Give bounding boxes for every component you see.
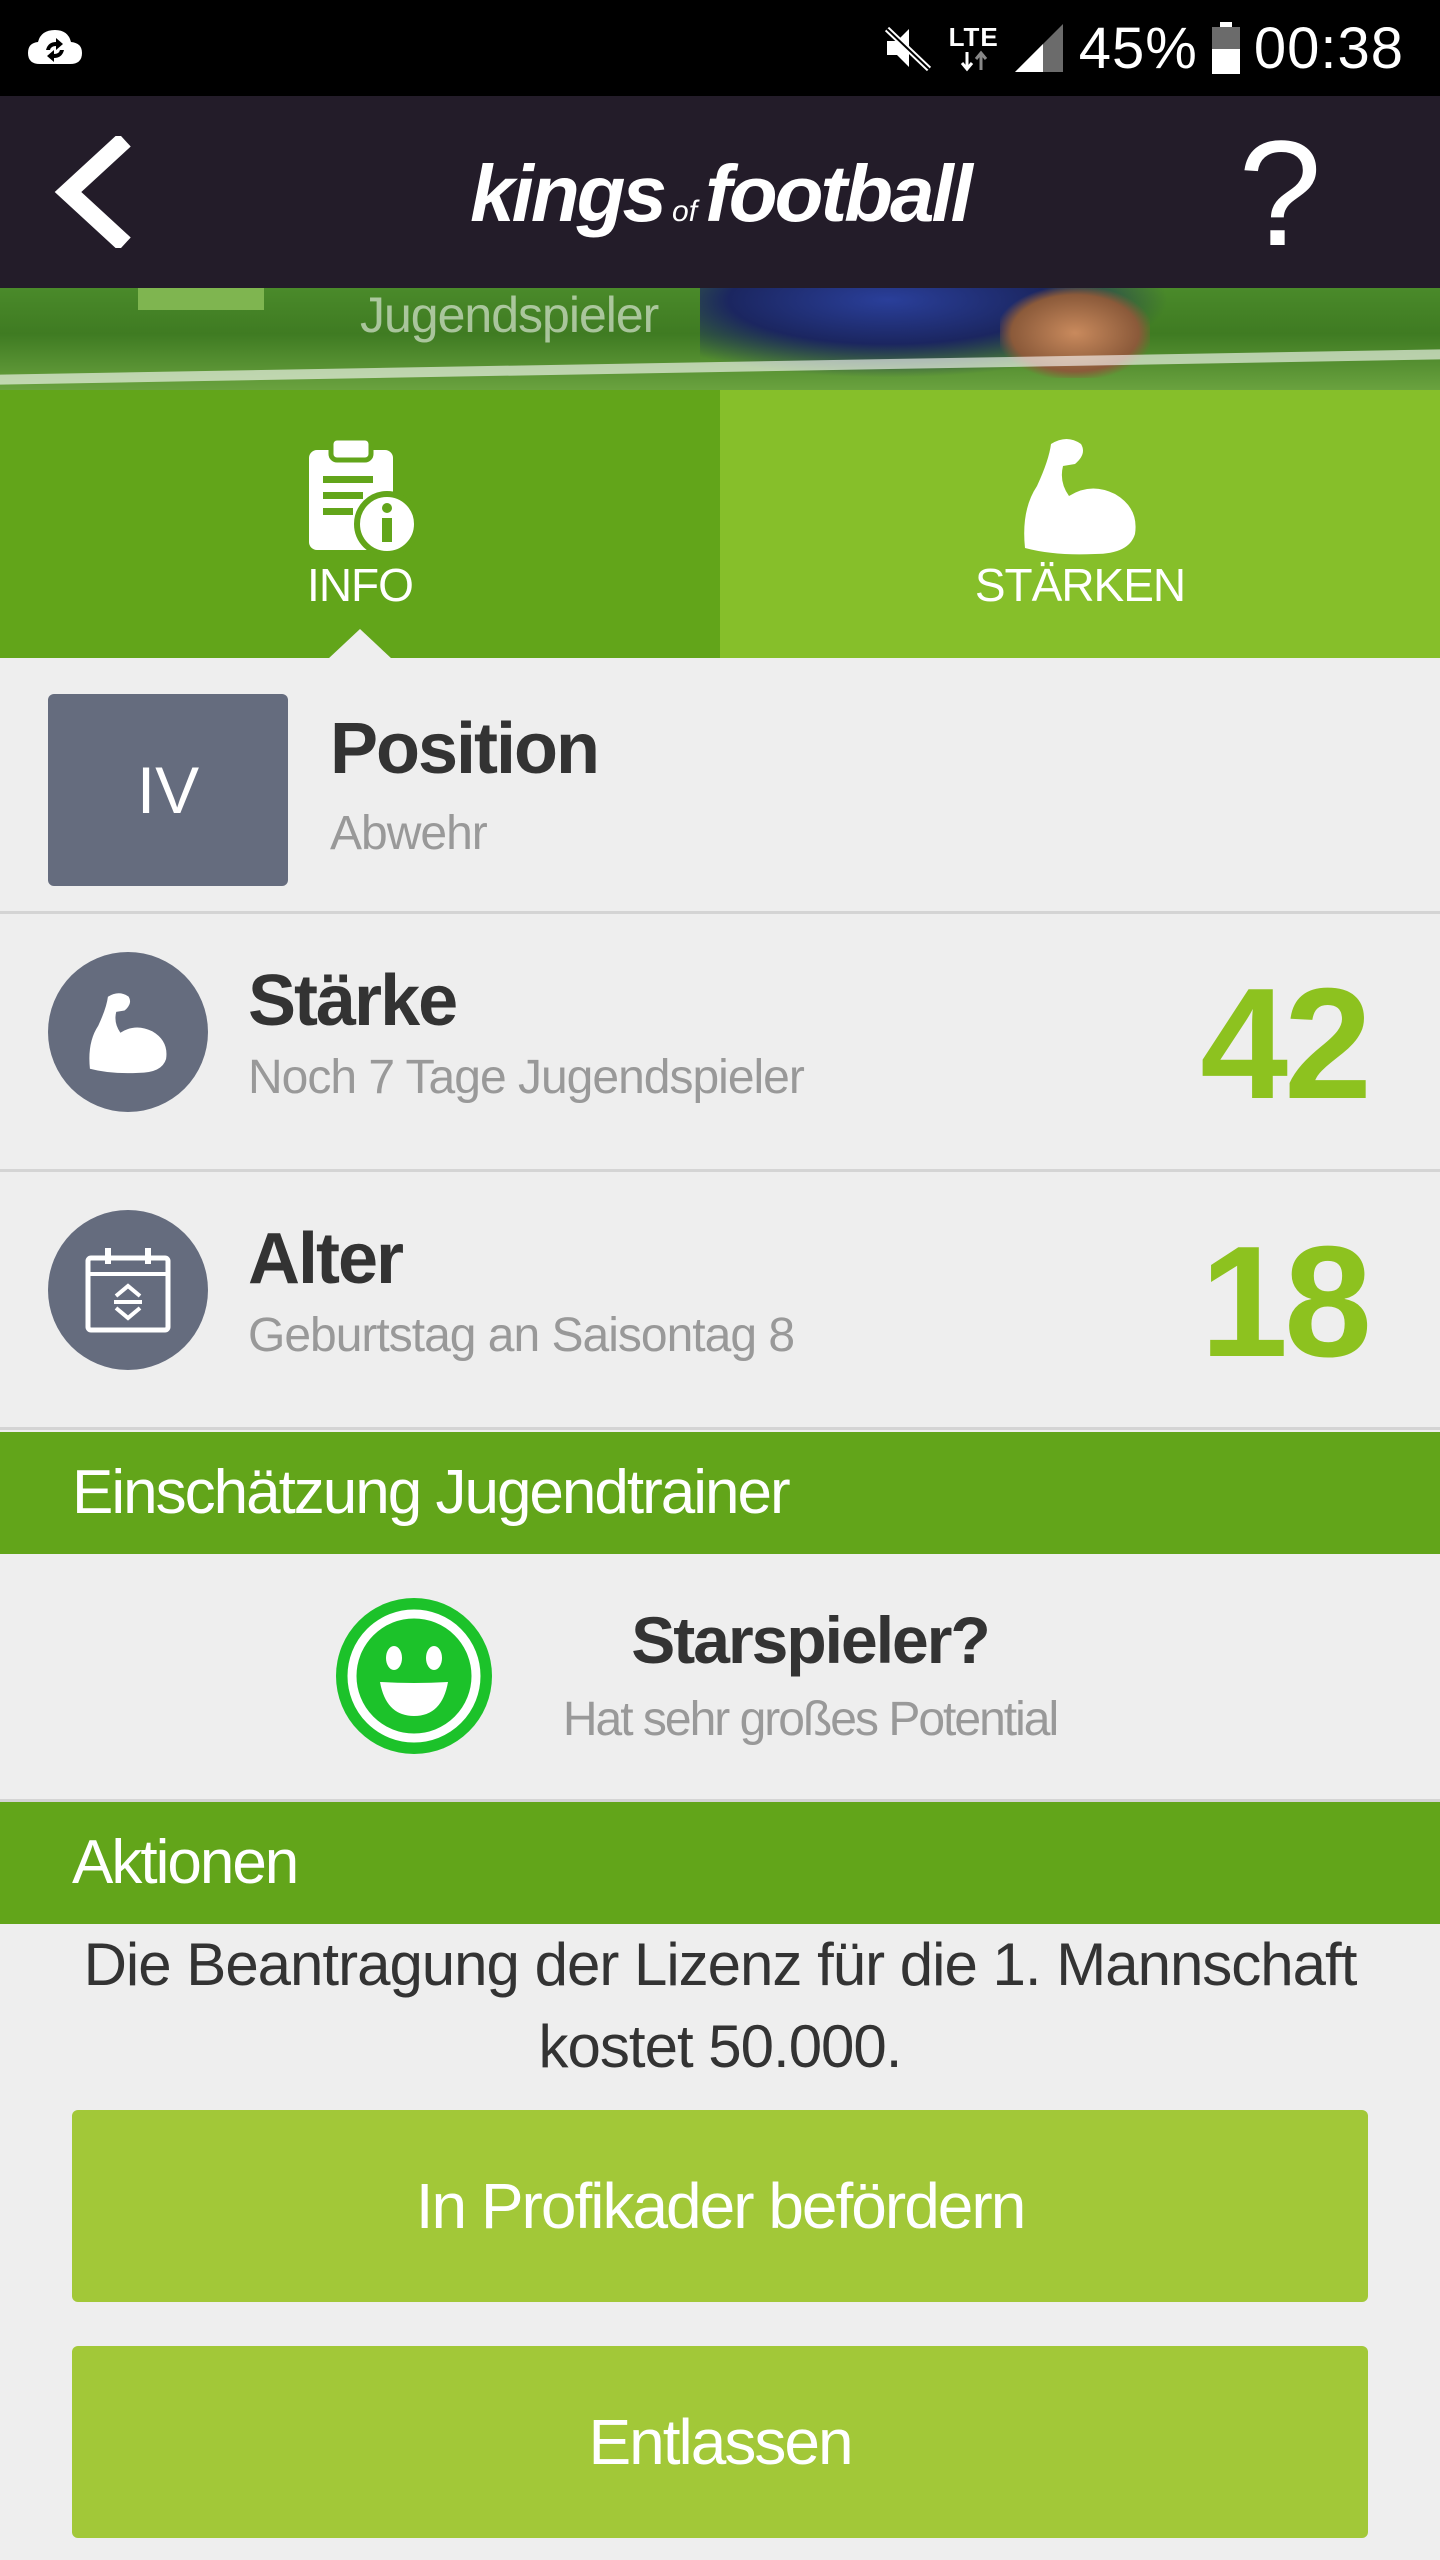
- cloud-sync-icon: [26, 24, 84, 72]
- logo-word-kings: kings: [470, 149, 667, 238]
- strength-row: Stärke Noch 7 Tage Jugendspieler 42: [0, 914, 1440, 1172]
- flexed-biceps-icon: [48, 952, 208, 1112]
- age-subtitle: Geburtstag an Saisontag 8: [248, 1309, 795, 1362]
- license-cost-text: Die Beantragung der Lizenz für die 1. Ma…: [30, 1924, 1410, 2088]
- status-bar: LTE 45% 00:38: [0, 0, 1440, 96]
- tab-info-label: INFO: [307, 559, 414, 611]
- age-title: Alter: [248, 1219, 404, 1299]
- app-header: kings of football ?: [0, 96, 1440, 288]
- youth-coach-section-header: Einschätzung Jugendtrainer: [0, 1432, 1440, 1554]
- age-value: 18: [1200, 1214, 1372, 1390]
- active-tab-pointer: [328, 629, 392, 659]
- cell-signal-icon: [1013, 22, 1065, 74]
- hero-banner: Jugendspieler: [0, 288, 1440, 390]
- mute-icon: [881, 21, 935, 75]
- help-button[interactable]: ?: [1215, 118, 1345, 268]
- calendar-icon: [48, 1210, 208, 1370]
- license-text-line-2: kostet 50.000.: [538, 2013, 903, 2080]
- release-player-button[interactable]: Entlassen: [72, 2346, 1368, 2538]
- hero-badge: [138, 288, 264, 310]
- position-subtitle: Abwehr: [330, 807, 488, 860]
- strength-subtitle: Noch 7 Tage Jugendspieler: [248, 1051, 805, 1104]
- tab-staerken[interactable]: STÄRKEN: [720, 390, 1440, 658]
- clock: 00:38: [1253, 15, 1404, 81]
- age-row: Alter Geburtstag an Saisontag 8 18: [0, 1172, 1440, 1430]
- strength-title: Stärke: [248, 961, 458, 1041]
- hero-label: Jugendspieler: [360, 288, 659, 343]
- position-title: Position: [330, 709, 600, 789]
- position-row: IV Position Abwehr: [0, 658, 1440, 914]
- assessment-title: Starspieler?: [631, 1603, 991, 1677]
- lte-signal-icon: LTE: [949, 24, 999, 72]
- tab-staerken-label: STÄRKEN: [974, 559, 1186, 611]
- position-code-badge: IV: [48, 694, 288, 886]
- strength-value: 42: [1200, 956, 1372, 1132]
- tab-bar: INFO STÄRKEN: [0, 390, 1440, 659]
- smiley-icon: [334, 1596, 494, 1756]
- network-type: LTE: [948, 22, 999, 52]
- assessment-subtitle: Hat sehr großes Potential: [562, 1693, 1059, 1746]
- flexed-biceps-icon: [1015, 430, 1145, 560]
- logo-word-of: of: [672, 195, 698, 228]
- battery-percent: 45%: [1078, 15, 1198, 81]
- actions-section-header: Aktionen: [0, 1802, 1440, 1924]
- promote-to-pro-squad-button[interactable]: In Profikader befördern: [72, 2110, 1368, 2302]
- clipboard-info-icon: [295, 430, 425, 560]
- logo-word-football: football: [705, 149, 973, 238]
- battery-icon: [1211, 22, 1240, 74]
- license-text-line-1: Die Beantragung der Lizenz für die 1. Ma…: [83, 1931, 1358, 1998]
- tab-info[interactable]: INFO: [0, 390, 720, 659]
- youth-coach-assessment: Starspieler? Hat sehr großes Potential: [0, 1554, 1440, 1802]
